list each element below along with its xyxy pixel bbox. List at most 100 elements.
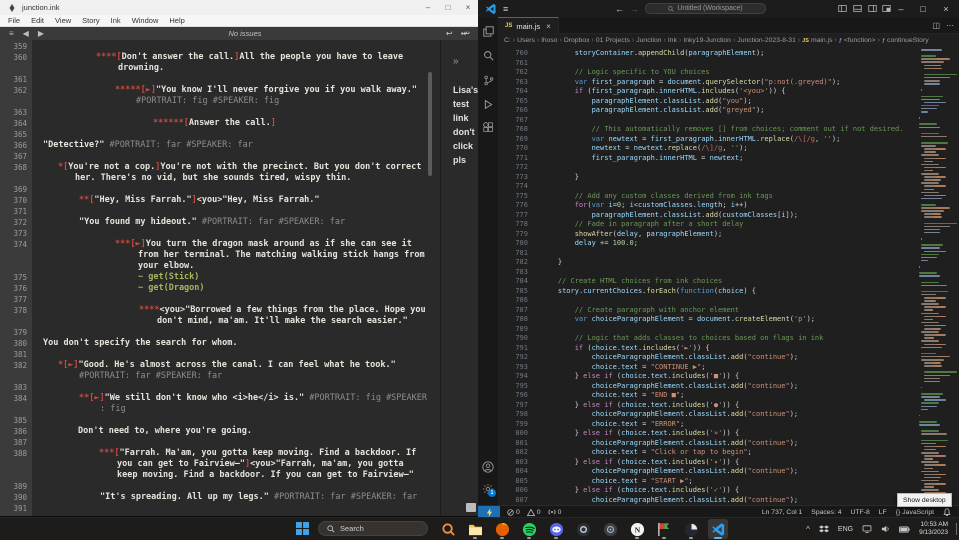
ink-editor-row[interactable]: 386Don't need to, where you're going. bbox=[0, 426, 440, 437]
code-line[interactable]: 776 for(var i=0; i<customClasses.length;… bbox=[498, 201, 959, 211]
extensions-icon[interactable] bbox=[480, 119, 496, 135]
code-line[interactable]: 794 } else if (choice.text.includes('■')… bbox=[498, 372, 959, 382]
ink-editor-row[interactable]: your elbow. bbox=[0, 261, 440, 272]
breadcrumb-item[interactable]: Junction bbox=[636, 37, 661, 44]
inky-maximize-button[interactable]: □ bbox=[438, 0, 458, 15]
code-line[interactable]: 771 first_paragraph.innerHTML = newtext; bbox=[498, 154, 959, 164]
inky-editor[interactable]: 359360****[Don't answer the call.]All th… bbox=[0, 40, 478, 516]
inky-menu-file[interactable]: File bbox=[8, 16, 20, 25]
encoding-setting[interactable]: UTF-8 bbox=[851, 509, 870, 516]
code-line[interactable]: 783 bbox=[498, 268, 959, 278]
taskbar-clock[interactable]: 10:53 AM 9/13/2023 bbox=[919, 521, 948, 537]
volume-tray-icon[interactable] bbox=[881, 525, 890, 533]
ink-editor-row[interactable]: 377 bbox=[0, 294, 440, 305]
ink-editor-row[interactable]: you can get to Fairview—"]<you>"Farrah, … bbox=[0, 459, 440, 470]
vscode-workspace-search[interactable]: Untitled (Workspace) bbox=[645, 3, 766, 14]
code-line[interactable]: 781 bbox=[498, 249, 959, 259]
ink-editor-row[interactable]: 388***["Farrah. Ma'am, you gotta keep mo… bbox=[0, 448, 440, 459]
ink-editor-row[interactable]: drowning. bbox=[0, 63, 440, 74]
ink-editor-row[interactable]: 387 bbox=[0, 437, 440, 448]
code-line[interactable]: 775 // Add any custom classes derived fr… bbox=[498, 192, 959, 202]
code-line[interactable]: 803 } else if (choice.text.includes('✦')… bbox=[498, 458, 959, 468]
breadcrumb-item[interactable]: Junction-2023-8-31 bbox=[737, 37, 796, 44]
ink-editor-row[interactable]: 372"You found my hideout." #PORTRAIT: fa… bbox=[0, 217, 440, 228]
warnings-indicator[interactable]: 0 bbox=[527, 509, 541, 516]
ink-editor-row[interactable]: 374***[►]You turn the dragon mask around… bbox=[0, 239, 440, 250]
explorer-icon[interactable] bbox=[480, 23, 496, 39]
code-line[interactable]: 774 bbox=[498, 182, 959, 192]
taskbar-app-firefox[interactable] bbox=[492, 519, 512, 539]
start-button[interactable] bbox=[296, 522, 309, 540]
ink-editor-row[interactable]: 382*[►]"Good. He's almost across the can… bbox=[0, 360, 440, 371]
breadcrumb-item[interactable]: Users bbox=[517, 37, 535, 44]
ink-editor-row[interactable]: keep moving. Find a backdoor. If you can… bbox=[0, 470, 440, 481]
code-line[interactable]: 780 delay += 100.0; bbox=[498, 239, 959, 249]
taskbar-app-search-app[interactable] bbox=[438, 519, 458, 539]
code-line[interactable]: 763 var first_paragraph = document.query… bbox=[498, 78, 959, 88]
ink-editor-row[interactable]: 379 bbox=[0, 327, 440, 338]
code-line[interactable]: 778 // Fade in paragraph after a short d… bbox=[498, 220, 959, 230]
breadcrumb-item[interactable]: ƒ<function> bbox=[839, 37, 876, 44]
vscode-maximize-button[interactable]: □ bbox=[914, 0, 932, 17]
inky-menu-view[interactable]: View bbox=[55, 16, 71, 25]
eol-setting[interactable]: LF bbox=[879, 509, 887, 516]
inky-sidebar-toggle-icon[interactable]: ≡ bbox=[9, 29, 14, 38]
code-line[interactable]: 772 bbox=[498, 163, 959, 173]
inky-menu-edit[interactable]: Edit bbox=[31, 16, 44, 25]
tab-close-icon[interactable]: × bbox=[546, 22, 551, 31]
ink-editor-row[interactable]: 370**["Hey, Miss Farrah."]<you>"Hey, Mis… bbox=[0, 195, 440, 206]
taskbar-search[interactable]: Search bbox=[318, 521, 428, 536]
code-line[interactable]: 784 // Create HTML choices from ink choi… bbox=[498, 277, 959, 287]
breadcrumb-item[interactable]: Dropbox bbox=[564, 37, 590, 44]
ink-editor-row[interactable]: 384**[►]"We still don't know who <i>he</… bbox=[0, 393, 440, 404]
inky-nav-back-icon[interactable]: ◀ bbox=[23, 29, 29, 38]
ink-editor-row[interactable]: 391 bbox=[0, 503, 440, 514]
toggle-sidebar-icon[interactable] bbox=[838, 0, 847, 17]
code-line[interactable]: 793 choice.text = "CONTINUE ▶"; bbox=[498, 363, 959, 373]
ink-editor-row[interactable]: 364******[Answer the call.] bbox=[0, 118, 440, 129]
taskbar-app-file-explorer[interactable] bbox=[465, 519, 485, 539]
taskbar-app-discord[interactable] bbox=[546, 519, 566, 539]
code-line[interactable]: 795 choiceParagraphElement.classList.add… bbox=[498, 382, 959, 392]
code-line[interactable]: 773 } bbox=[498, 173, 959, 183]
taskbar-app-app-flag[interactable] bbox=[654, 519, 674, 539]
breadcrumb-item[interactable]: ƒcontinueStory bbox=[882, 37, 929, 44]
code-line[interactable]: 785 story.currentChoices.forEach(functio… bbox=[498, 287, 959, 297]
inky-editor-scrollbar[interactable] bbox=[428, 72, 432, 176]
breadcrumb-item[interactable]: JSmain.js bbox=[802, 37, 832, 44]
breadcrumb-item[interactable]: Ink bbox=[668, 37, 677, 44]
code-line[interactable]: 767 bbox=[498, 116, 959, 126]
breadcrumb-item[interactable]: 01 Projects bbox=[596, 37, 630, 44]
source-control-icon[interactable] bbox=[480, 72, 496, 88]
ink-editor-row[interactable]: don't mind, ma'am. It'll make the search… bbox=[0, 316, 440, 327]
tab-main-js[interactable]: JS main.js × bbox=[498, 17, 559, 34]
ink-editor-row[interactable]: 365 bbox=[0, 129, 440, 140]
code-line[interactable]: 761 bbox=[498, 59, 959, 69]
code-line[interactable]: 799 choice.text = "ERROR"; bbox=[498, 420, 959, 430]
vscode-back-icon[interactable]: ← bbox=[615, 0, 624, 17]
minimap[interactable] bbox=[915, 47, 955, 505]
more-actions-icon[interactable]: ⋯ bbox=[946, 21, 954, 30]
network-tray-icon[interactable] bbox=[862, 525, 872, 533]
hidden-icons-caret[interactable]: ^ bbox=[806, 525, 810, 534]
ink-editor-row[interactable]: 385 bbox=[0, 415, 440, 426]
breadcrumb-item[interactable]: Inky19-Junction bbox=[683, 37, 731, 44]
code-line[interactable]: 797 } else if (choice.text.includes('●')… bbox=[498, 401, 959, 411]
ports-indicator[interactable]: 0 bbox=[548, 508, 562, 516]
code-line[interactable]: 762 // Logic specific to YOU choices bbox=[498, 68, 959, 78]
code-line[interactable]: 770 newtext = newtext.replace(/\]/g, '')… bbox=[498, 144, 959, 154]
code-line[interactable]: 791 if (choice.text.includes('►')) { bbox=[498, 344, 959, 354]
vscode-close-button[interactable]: × bbox=[937, 0, 955, 17]
code-line[interactable]: 801 choiceParagraphElement.classList.add… bbox=[498, 439, 959, 449]
ink-editor-row[interactable]: 367 bbox=[0, 151, 440, 162]
ink-editor-row[interactable]: 380You don't specify the search for whom… bbox=[0, 338, 440, 349]
vscode-menu-icon[interactable]: ≡ bbox=[503, 0, 508, 17]
split-editor-icon[interactable]: ◫ bbox=[932, 21, 940, 30]
dropbox-tray-icon[interactable] bbox=[819, 525, 829, 534]
ink-editor-row[interactable]: 361 bbox=[0, 74, 440, 85]
inky-close-button[interactable]: × bbox=[458, 0, 478, 15]
ink-editor-row[interactable]: 376~ get(Dragon) bbox=[0, 283, 440, 294]
accounts-icon[interactable] bbox=[480, 459, 496, 475]
code-line[interactable]: 806 } else if (choice.text.includes('✓')… bbox=[498, 486, 959, 496]
code-line[interactable]: 765 paragraphElement.classList.add("you"… bbox=[498, 97, 959, 107]
